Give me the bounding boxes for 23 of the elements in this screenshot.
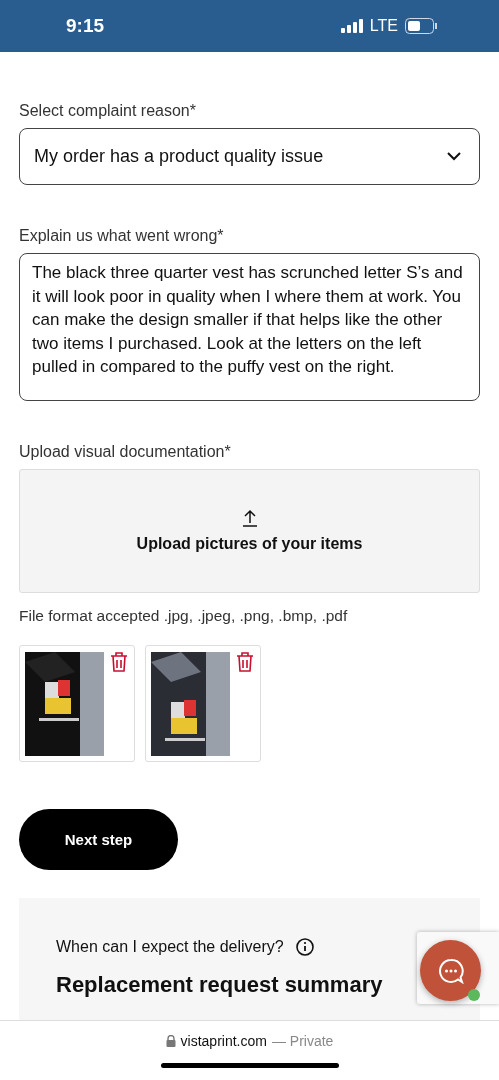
reason-select[interactable]: My order has a product quality issue xyxy=(19,128,480,185)
file-format-note: File format accepted .jpg, .jpeg, .png, .bmp, .pdf xyxy=(19,607,349,625)
delivery-question: When can I expect the delivery? xyxy=(56,938,284,956)
field-label: Select complaint reason* xyxy=(19,102,197,120)
url-domain[interactable]: vistaprint.com xyxy=(180,1033,267,1049)
upload-icon xyxy=(241,509,258,527)
info-icon[interactable] xyxy=(295,938,314,956)
trash-icon[interactable] xyxy=(236,652,254,672)
explanation-field[interactable]: The black three quarter vest has scrunched letter S’s and it will look poor in quality when I where them at work. You can make the design smaller if that helps like the other two items I purchased. Look at the letters on the left pulled in compared to the puffy vest on the right. xyxy=(19,253,480,401)
signal-icon xyxy=(340,19,363,33)
status-time: 9:15 xyxy=(66,15,105,37)
chevron-down-icon xyxy=(447,152,461,161)
summary-title: Replacement request summary xyxy=(56,972,384,998)
field-label: Upload visual documentation* xyxy=(19,443,232,461)
network-label: LTE xyxy=(369,17,398,35)
upload-area[interactable]: Upload pictures of your items xyxy=(19,469,480,593)
trash-icon[interactable] xyxy=(110,652,128,672)
chat-icon xyxy=(437,957,464,984)
battery-icon xyxy=(405,18,437,34)
field-label: Explain us what went wrong* xyxy=(19,227,225,245)
browsing-mode: — Private xyxy=(271,1033,334,1049)
lock-icon xyxy=(165,1035,176,1047)
next-step-button[interactable]: Next step xyxy=(19,809,178,870)
